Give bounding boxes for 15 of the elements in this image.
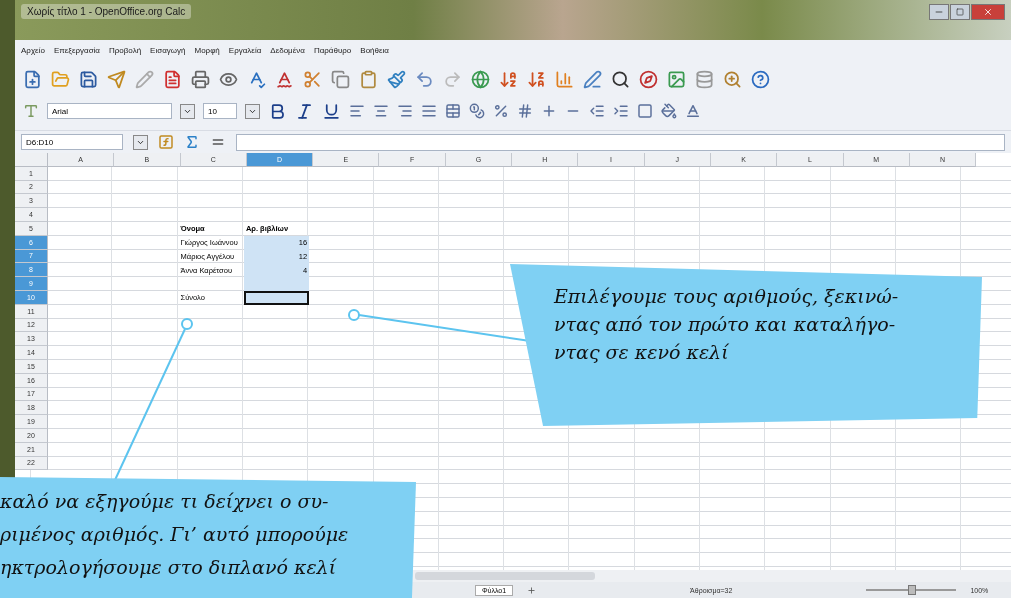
callout-text: Επιλέγουμε τους αριθμούς, ξεκινώ- ντας από τον πρώτο και καταλήγο- ντας σε κενό κελί [554, 284, 900, 365]
callout-text: καλό να εξηγούμε τι δείχνει ο συ- ριμένος αριθμός. Γι’ αυτό μπορούμε ηκτρολογήσουμε στο διπλανό κελί [0, 489, 350, 580]
menu-item[interactable]: Αρχείο [21, 45, 45, 55]
menu-item[interactable]: Εργαλεία [228, 45, 262, 55]
font-size-field[interactable]: 10 [203, 103, 237, 119]
window-title: Χωρίς τίτλο 1 - OpenOffice.org Calc [21, 4, 192, 19]
menu-item[interactable]: Παράθυρο [313, 45, 352, 55]
menu-item[interactable]: Δεδομένα [270, 45, 305, 55]
name-box[interactable]: D6:D10 [21, 134, 123, 150]
font-name-field[interactable]: Arial [47, 103, 172, 119]
menu-item[interactable]: Βοήθεια [360, 45, 389, 55]
menu-item[interactable]: Επεξεργασία [53, 45, 100, 55]
menu-item[interactable]: Μορφή [194, 45, 220, 55]
menu-item[interactable]: Προβολή [109, 45, 142, 55]
menu-item[interactable]: Εισαγωγή [150, 45, 186, 55]
